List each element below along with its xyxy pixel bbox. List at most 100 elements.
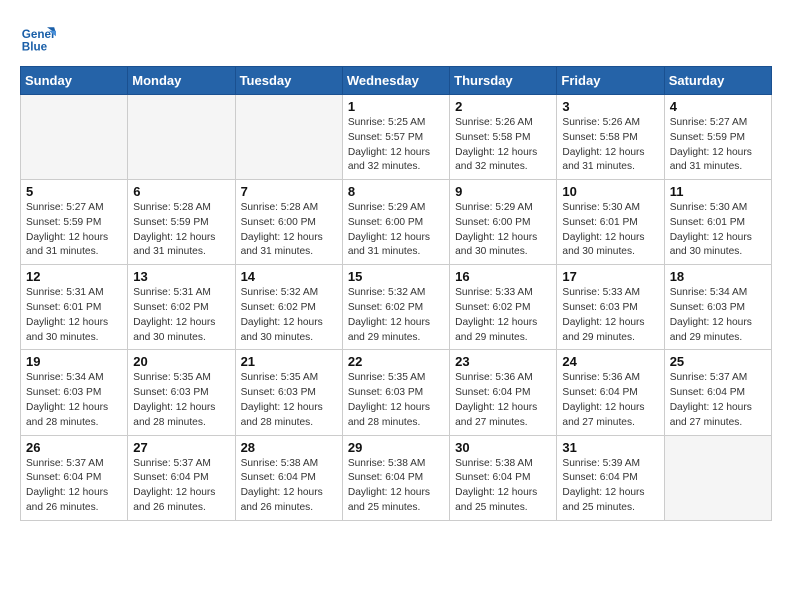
day-number: 8: [348, 184, 444, 199]
calendar-cell: 27 Sunrise: 5:37 AM Sunset: 6:04 PM Dayli…: [128, 435, 235, 520]
day-number: 24: [562, 354, 658, 369]
day-number: 1: [348, 99, 444, 114]
weekday-header-saturday: Saturday: [664, 67, 771, 95]
day-info: Sunrise: 5:35 AM Sunset: 6:03 PM Dayligh…: [348, 371, 444, 430]
calendar-cell: [21, 95, 128, 180]
day-info: Sunrise: 5:38 AM Sunset: 6:04 PM Dayligh…: [348, 457, 444, 516]
calendar-cell: 15Sunrise: 5:32 AM Sunset: 6:02 PM Dayli…: [342, 265, 449, 350]
day-info: Sunrise: 5:37 AM Sunset: 6:04 PM Dayligh…: [26, 457, 122, 516]
calendar-table: SundayMondayTuesdayWednesdayThursdayFrid…: [20, 66, 772, 521]
day-info: Sunrise: 5:26 AM Sunset: 5:58 PM Dayligh…: [455, 116, 551, 175]
day-number: 3: [562, 99, 658, 114]
weekday-header-tuesday: Tuesday: [235, 67, 342, 95]
calendar-cell: 25 Sunrise: 5:37 AM Sunset: 6:04 PM Dayli…: [664, 350, 771, 435]
day-info: Sunrise: 5:37 AM Sunset: 6:04 PM Dayligh…: [133, 457, 229, 516]
calendar-cell: 12 Sunrise: 5:31 AM Sunset: 6:01 PM Dayli…: [21, 265, 128, 350]
day-number: 19: [26, 354, 122, 369]
calendar-cell: 4 Sunrise: 5:27 AM Sunset: 5:59 PM Daylig…: [664, 95, 771, 180]
day-info: Sunrise: 5:30 AM Sunset: 6:01 PM Dayligh…: [670, 201, 766, 260]
day-info: Sunrise: 5:39 AM Sunset: 6:04 PM Dayligh…: [562, 457, 658, 516]
calendar-cell: 14Sunrise: 5:32 AM Sunset: 6:02 PM Dayli…: [235, 265, 342, 350]
calendar-cell: [235, 95, 342, 180]
calendar-cell: 18Sunrise: 5:34 AM Sunset: 6:03 PM Dayli…: [664, 265, 771, 350]
day-info: Sunrise: 5:35 AM Sunset: 6:03 PM Dayligh…: [133, 371, 229, 430]
day-info: Sunrise: 5:31 AM Sunset: 6:02 PM Dayligh…: [133, 286, 229, 345]
calendar-cell: 13 Sunrise: 5:31 AM Sunset: 6:02 PM Dayli…: [128, 265, 235, 350]
day-info: Sunrise: 5:35 AM Sunset: 6:03 PM Dayligh…: [241, 371, 337, 430]
calendar-cell: 29 Sunrise: 5:38 AM Sunset: 6:04 PM Dayli…: [342, 435, 449, 520]
day-number: 13: [133, 269, 229, 284]
calendar-cell: 28 Sunrise: 5:38 AM Sunset: 6:04 PM Dayli…: [235, 435, 342, 520]
day-info: Sunrise: 5:37 AM Sunset: 6:04 PM Dayligh…: [670, 371, 766, 430]
day-number: 28: [241, 440, 337, 455]
calendar-cell: 30Sunrise: 5:38 AM Sunset: 6:04 PM Dayli…: [450, 435, 557, 520]
logo: General Blue: [20, 20, 62, 56]
day-number: 27: [133, 440, 229, 455]
day-number: 2: [455, 99, 551, 114]
day-number: 25: [670, 354, 766, 369]
day-number: 22: [348, 354, 444, 369]
calendar-header: SundayMondayTuesdayWednesdayThursdayFrid…: [21, 67, 772, 95]
calendar-cell: 1 Sunrise: 5:25 AM Sunset: 5:57 PM Daylig…: [342, 95, 449, 180]
calendar-week-3: 19 Sunrise: 5:34 AM Sunset: 6:03 PM Dayli…: [21, 350, 772, 435]
weekday-header-thursday: Thursday: [450, 67, 557, 95]
day-number: 5: [26, 184, 122, 199]
calendar-week-0: 1 Sunrise: 5:25 AM Sunset: 5:57 PM Daylig…: [21, 95, 772, 180]
calendar-cell: 16Sunrise: 5:33 AM Sunset: 6:02 PM Dayli…: [450, 265, 557, 350]
calendar-week-1: 5 Sunrise: 5:27 AM Sunset: 5:59 PM Daylig…: [21, 180, 772, 265]
calendar-cell: 17Sunrise: 5:33 AM Sunset: 6:03 PM Dayli…: [557, 265, 664, 350]
day-info: Sunrise: 5:29 AM Sunset: 6:00 PM Dayligh…: [455, 201, 551, 260]
weekday-header-wednesday: Wednesday: [342, 67, 449, 95]
day-number: 12: [26, 269, 122, 284]
day-number: 4: [670, 99, 766, 114]
logo-icon: General Blue: [20, 20, 56, 56]
day-number: 29: [348, 440, 444, 455]
calendar-week-4: 26Sunrise: 5:37 AM Sunset: 6:04 PM Dayli…: [21, 435, 772, 520]
day-number: 23: [455, 354, 551, 369]
calendar-cell: 10 Sunrise: 5:30 AM Sunset: 6:01 PM Dayli…: [557, 180, 664, 265]
day-number: 10: [562, 184, 658, 199]
calendar-cell: [128, 95, 235, 180]
weekday-header-sunday: Sunday: [21, 67, 128, 95]
day-info: Sunrise: 5:33 AM Sunset: 6:02 PM Dayligh…: [455, 286, 551, 345]
svg-text:General: General: [22, 28, 56, 41]
calendar-week-2: 12 Sunrise: 5:31 AM Sunset: 6:01 PM Dayli…: [21, 265, 772, 350]
day-info: Sunrise: 5:27 AM Sunset: 5:59 PM Dayligh…: [670, 116, 766, 175]
day-number: 6: [133, 184, 229, 199]
calendar-cell: 23Sunrise: 5:36 AM Sunset: 6:04 PM Dayli…: [450, 350, 557, 435]
page-header: General Blue: [20, 20, 772, 56]
calendar-cell: 3Sunrise: 5:26 AM Sunset: 5:58 PM Daylig…: [557, 95, 664, 180]
day-info: Sunrise: 5:31 AM Sunset: 6:01 PM Dayligh…: [26, 286, 122, 345]
day-number: 31: [562, 440, 658, 455]
day-info: Sunrise: 5:25 AM Sunset: 5:57 PM Dayligh…: [348, 116, 444, 175]
calendar-cell: 31 Sunrise: 5:39 AM Sunset: 6:04 PM Dayli…: [557, 435, 664, 520]
day-info: Sunrise: 5:28 AM Sunset: 5:59 PM Dayligh…: [133, 201, 229, 260]
calendar-cell: [664, 435, 771, 520]
day-info: Sunrise: 5:38 AM Sunset: 6:04 PM Dayligh…: [241, 457, 337, 516]
day-info: Sunrise: 5:38 AM Sunset: 6:04 PM Dayligh…: [455, 457, 551, 516]
weekday-header-monday: Monday: [128, 67, 235, 95]
calendar-body: 1 Sunrise: 5:25 AM Sunset: 5:57 PM Daylig…: [21, 95, 772, 521]
calendar-cell: 24Sunrise: 5:36 AM Sunset: 6:04 PM Dayli…: [557, 350, 664, 435]
day-number: 15: [348, 269, 444, 284]
calendar-cell: 26Sunrise: 5:37 AM Sunset: 6:04 PM Dayli…: [21, 435, 128, 520]
day-number: 9: [455, 184, 551, 199]
calendar-cell: 2 Sunrise: 5:26 AM Sunset: 5:58 PM Daylig…: [450, 95, 557, 180]
svg-text:Blue: Blue: [22, 41, 48, 54]
day-info: Sunrise: 5:32 AM Sunset: 6:02 PM Dayligh…: [241, 286, 337, 345]
day-number: 18: [670, 269, 766, 284]
day-info: Sunrise: 5:30 AM Sunset: 6:01 PM Dayligh…: [562, 201, 658, 260]
calendar-cell: 5 Sunrise: 5:27 AM Sunset: 5:59 PM Daylig…: [21, 180, 128, 265]
calendar-cell: 11 Sunrise: 5:30 AM Sunset: 6:01 PM Dayli…: [664, 180, 771, 265]
calendar-cell: 9 Sunrise: 5:29 AM Sunset: 6:00 PM Daylig…: [450, 180, 557, 265]
calendar-cell: 22 Sunrise: 5:35 AM Sunset: 6:03 PM Dayli…: [342, 350, 449, 435]
day-info: Sunrise: 5:27 AM Sunset: 5:59 PM Dayligh…: [26, 201, 122, 260]
day-number: 11: [670, 184, 766, 199]
calendar-cell: 21Sunrise: 5:35 AM Sunset: 6:03 PM Dayli…: [235, 350, 342, 435]
calendar-cell: 8Sunrise: 5:29 AM Sunset: 6:00 PM Daylig…: [342, 180, 449, 265]
day-info: Sunrise: 5:34 AM Sunset: 6:03 PM Dayligh…: [26, 371, 122, 430]
day-number: 7: [241, 184, 337, 199]
weekday-header-friday: Friday: [557, 67, 664, 95]
day-info: Sunrise: 5:28 AM Sunset: 6:00 PM Dayligh…: [241, 201, 337, 260]
calendar-cell: 19 Sunrise: 5:34 AM Sunset: 6:03 PM Dayli…: [21, 350, 128, 435]
